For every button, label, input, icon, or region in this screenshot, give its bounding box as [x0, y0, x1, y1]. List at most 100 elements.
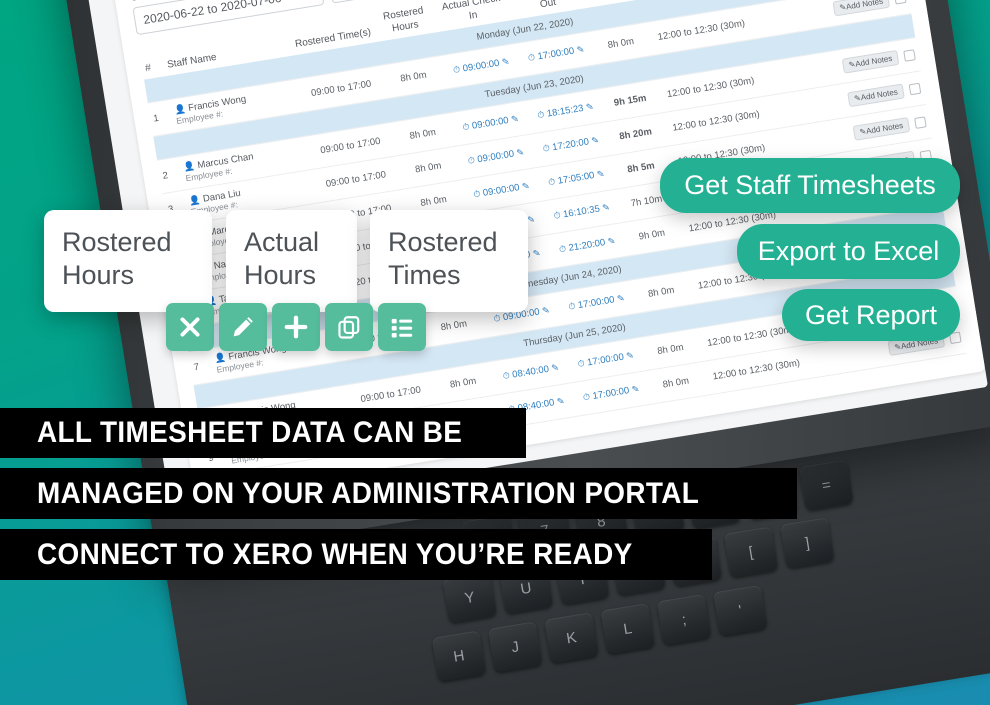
clock-icon: ⏱	[501, 370, 511, 382]
plus-icon	[284, 315, 308, 339]
add-notes-button[interactable]: ✎Add Notes	[832, 0, 891, 17]
clock-icon: ⏱	[558, 243, 567, 255]
action-icon-toolbar[interactable]	[166, 303, 426, 351]
edit-check-in-icon[interactable]: ✎	[532, 248, 541, 259]
clock-icon: ⏱	[527, 51, 536, 63]
edit-check-out-icon[interactable]: ✎	[616, 293, 625, 304]
callout-rostered-times-line1: Rostered	[388, 227, 498, 257]
copy-icon-button[interactable]	[325, 303, 373, 351]
check-in-time: 09:00:00	[461, 57, 501, 75]
close-icon	[180, 317, 200, 337]
check-out-time: 17:00:00	[591, 385, 631, 402]
edit-check-out-icon[interactable]: ✎	[596, 168, 605, 179]
add-notes-button[interactable]: ✎Add Notes	[841, 49, 900, 74]
key-h[interactable]: H	[431, 630, 487, 682]
clock-icon: ⏱	[567, 300, 577, 312]
clock-icon: ⏱	[452, 64, 461, 76]
edit-check-out-icon[interactable]: ✎	[607, 235, 616, 246]
key-semicolon[interactable]: ;	[656, 593, 712, 646]
caption-banner-2: MANAGED ON YOUR ADMINISTRATION PORTAL	[0, 468, 797, 519]
row-checkbox[interactable]	[908, 82, 922, 96]
edit-check-in-icon[interactable]: ✎	[527, 214, 536, 225]
caption-banner-2-text: MANAGED ON YOUR ADMINISTRATION PORTAL	[37, 476, 700, 510]
slide-canvas: F5 F6 F7 F8 F9 F10 F11 F12 ⏻ 6 7 8 9 0 -…	[0, 0, 990, 705]
edit-check-in-icon[interactable]: ✎	[516, 147, 525, 158]
user-icon: 👤	[188, 194, 202, 206]
clock-icon: ⏱	[467, 154, 476, 166]
callout-rostered-times-line2: Times	[388, 259, 461, 290]
check-in-time: 09:00:00	[471, 114, 510, 132]
key-bracket-left[interactable]: [	[723, 526, 779, 578]
callout-actual-hours-line2: Hours	[244, 259, 317, 290]
user-icon: 👤	[214, 352, 227, 364]
caption-banner-1-text: ALL TIMESHEET DATA CAN BE	[37, 416, 463, 449]
user-icon: 👤	[183, 160, 196, 173]
clock-icon: ⏱	[536, 109, 546, 121]
check-out-time: 18:15:23	[546, 102, 585, 120]
check-out-time: 17:00:00	[586, 351, 625, 369]
list-icon	[391, 318, 413, 338]
edit-check-in-icon[interactable]: ✎	[551, 362, 560, 373]
add-notes-button[interactable]: ✎Add Notes	[852, 117, 911, 141]
key-bracket-right[interactable]: ]	[780, 517, 835, 569]
add-notes-button[interactable]: ✎Add Notes	[847, 83, 905, 108]
edit-check-out-icon[interactable]: ✎	[631, 384, 640, 395]
check-out-time: 17:20:00	[551, 136, 590, 154]
clock-icon: ⏱	[547, 176, 556, 188]
row-checkbox[interactable]	[914, 116, 927, 129]
check-out-time: 21:20:00	[567, 237, 607, 254]
export-to-excel-pill[interactable]: Export to Excel	[737, 224, 960, 279]
close-icon-button[interactable]	[166, 303, 214, 351]
key-quote[interactable]: '	[713, 584, 768, 636]
list-icon-button[interactable]	[378, 303, 426, 351]
callout-rostered-hours-line2: Hours	[62, 259, 135, 290]
clock-icon: ⏱	[472, 188, 482, 200]
clock-icon: ⏱	[492, 312, 502, 324]
row-checkbox[interactable]	[893, 0, 907, 5]
check-out-time: 17:00:00	[577, 294, 616, 312]
caption-banner-1: ALL TIMESHEET DATA CAN BE	[0, 408, 526, 458]
row-checkbox[interactable]	[903, 49, 916, 62]
clock-icon: ⏱	[461, 121, 471, 133]
clock-icon: ⏱	[541, 142, 551, 154]
get-staff-timesheets-pill[interactable]: Get Staff Timesheets	[660, 158, 960, 213]
row-actual-hours: 8h 0m	[645, 361, 706, 405]
check-out-time: 17:00:00	[536, 45, 576, 63]
copy-icon	[338, 316, 360, 339]
callout-rostered-times: Rostered Times	[370, 210, 528, 312]
callout-rostered-hours: Rostered Hours	[44, 210, 212, 312]
clock-icon: ⏱	[582, 391, 591, 403]
check-out-time: 16:10:35	[562, 203, 601, 221]
user-icon: 👤	[173, 103, 187, 116]
key-j[interactable]: J	[487, 621, 543, 673]
edit-check-in-icon[interactable]: ✎	[556, 396, 565, 407]
callout-rostered-hours-line1: Rostered	[62, 227, 172, 257]
edit-icon-button[interactable]	[219, 303, 267, 351]
callout-actual-hours: Actual Hours	[226, 210, 357, 312]
pencil-icon	[233, 317, 253, 337]
edit-check-out-icon[interactable]: ✎	[585, 101, 594, 112]
get-report-pill[interactable]: Get Report	[782, 289, 960, 341]
key-l[interactable]: L	[600, 603, 655, 655]
caption-banner-3: CONNECT TO XERO WHEN YOU’RE READY	[0, 529, 712, 580]
key-equals[interactable]: =	[799, 459, 854, 511]
edit-check-out-icon[interactable]: ✎	[591, 135, 600, 146]
laptop-mockup: F5 F6 F7 F8 F9 F10 F11 F12 ⏻ 6 7 8 9 0 -…	[0, 0, 990, 705]
check-in-time: 09:00:00	[476, 148, 515, 166]
caption-banner-3-text: CONNECT TO XERO WHEN YOU’RE READY	[37, 537, 633, 571]
check-in-time: 09:00:00	[482, 182, 521, 199]
edit-check-in-icon[interactable]: ✎	[521, 180, 530, 191]
edit-check-out-icon[interactable]: ✎	[602, 202, 611, 213]
edit-check-in-icon[interactable]: ✎	[510, 113, 519, 124]
check-out-time: 17:05:00	[556, 169, 596, 187]
edit-check-in-icon[interactable]: ✎	[501, 56, 510, 67]
callout-actual-hours-line1: Actual	[244, 227, 320, 257]
edit-check-out-icon[interactable]: ✎	[576, 44, 585, 55]
add-icon-button[interactable]	[272, 303, 320, 351]
key-k[interactable]: K	[544, 612, 599, 664]
check-in-time: 08:40:00	[511, 363, 550, 381]
edit-check-out-icon[interactable]: ✎	[625, 350, 634, 361]
edit-check-in-icon[interactable]: ✎	[541, 305, 550, 316]
clock-icon: ⏱	[552, 209, 562, 221]
clock-icon: ⏱	[576, 357, 586, 369]
